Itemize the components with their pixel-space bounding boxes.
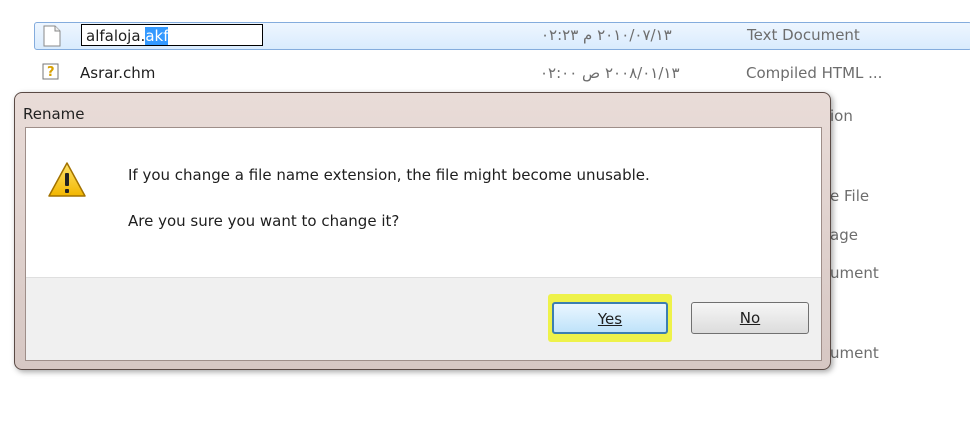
file-date: ٢٠١٠/٠٧/١٣ م ٠٢:٢٣ <box>541 26 672 44</box>
highlight-marker: Yes <box>548 294 672 342</box>
rename-input[interactable]: alfaloja.akf <box>81 24 263 46</box>
file-row-selected[interactable]: alfaloja.akf ٢٠١٠/٠٧/١٣ م ٠٢:٢٣ Text Doc… <box>34 22 970 50</box>
chm-help-icon: ? <box>42 63 59 80</box>
filename-base: alfaloja. <box>86 27 146 45</box>
text-file-icon <box>43 25 61 47</box>
filename-extension: akf <box>145 27 169 45</box>
file-type: e File <box>830 187 870 205</box>
file-type: ion <box>830 107 853 125</box>
file-date: ٢٠٠٨/٠١/١٣ ص ٠٢:٠٠ <box>540 64 680 82</box>
rename-dialog: Rename If you change a file name extensi… <box>14 92 831 370</box>
dialog-message: If you change a file name extension, the… <box>128 166 650 184</box>
file-type: Text Document <box>747 26 860 44</box>
no-button[interactable]: No <box>691 302 809 334</box>
file-type: Compiled HTML ... <box>746 64 883 82</box>
svg-text:?: ? <box>47 65 55 80</box>
yes-button[interactable]: Yes <box>552 302 668 334</box>
dialog-question: Are you sure you want to change it? <box>128 212 400 230</box>
file-type: ument <box>830 264 879 282</box>
file-type: age <box>830 226 858 244</box>
no-button-label: No <box>739 309 761 327</box>
yes-button-label: Yes <box>597 310 623 328</box>
file-row[interactable]: ? Asrar.chm ٢٠٠٨/٠١/١٣ ص ٠٢:٠٠ Compiled … <box>34 58 970 86</box>
warning-icon <box>48 162 86 197</box>
dialog-footer: Yes No <box>26 277 821 360</box>
file-name: Asrar.chm <box>80 64 156 82</box>
file-type: ument <box>830 344 879 362</box>
dialog-title: Rename <box>23 105 85 123</box>
dialog-body: If you change a file name extension, the… <box>25 127 822 361</box>
